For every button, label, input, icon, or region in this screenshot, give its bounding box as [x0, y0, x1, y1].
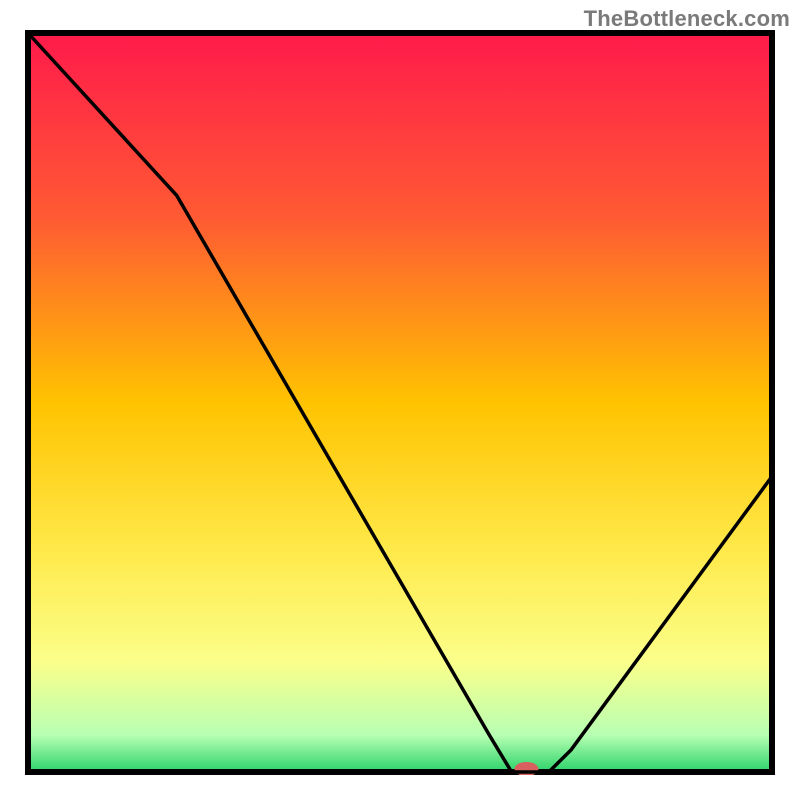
chart-container: TheBottleneck.com: [0, 0, 800, 800]
chart-svg: [25, 30, 775, 775]
watermark-text: TheBottleneck.com: [584, 6, 790, 32]
gradient-background: [28, 33, 772, 772]
plot-area: [25, 30, 775, 775]
